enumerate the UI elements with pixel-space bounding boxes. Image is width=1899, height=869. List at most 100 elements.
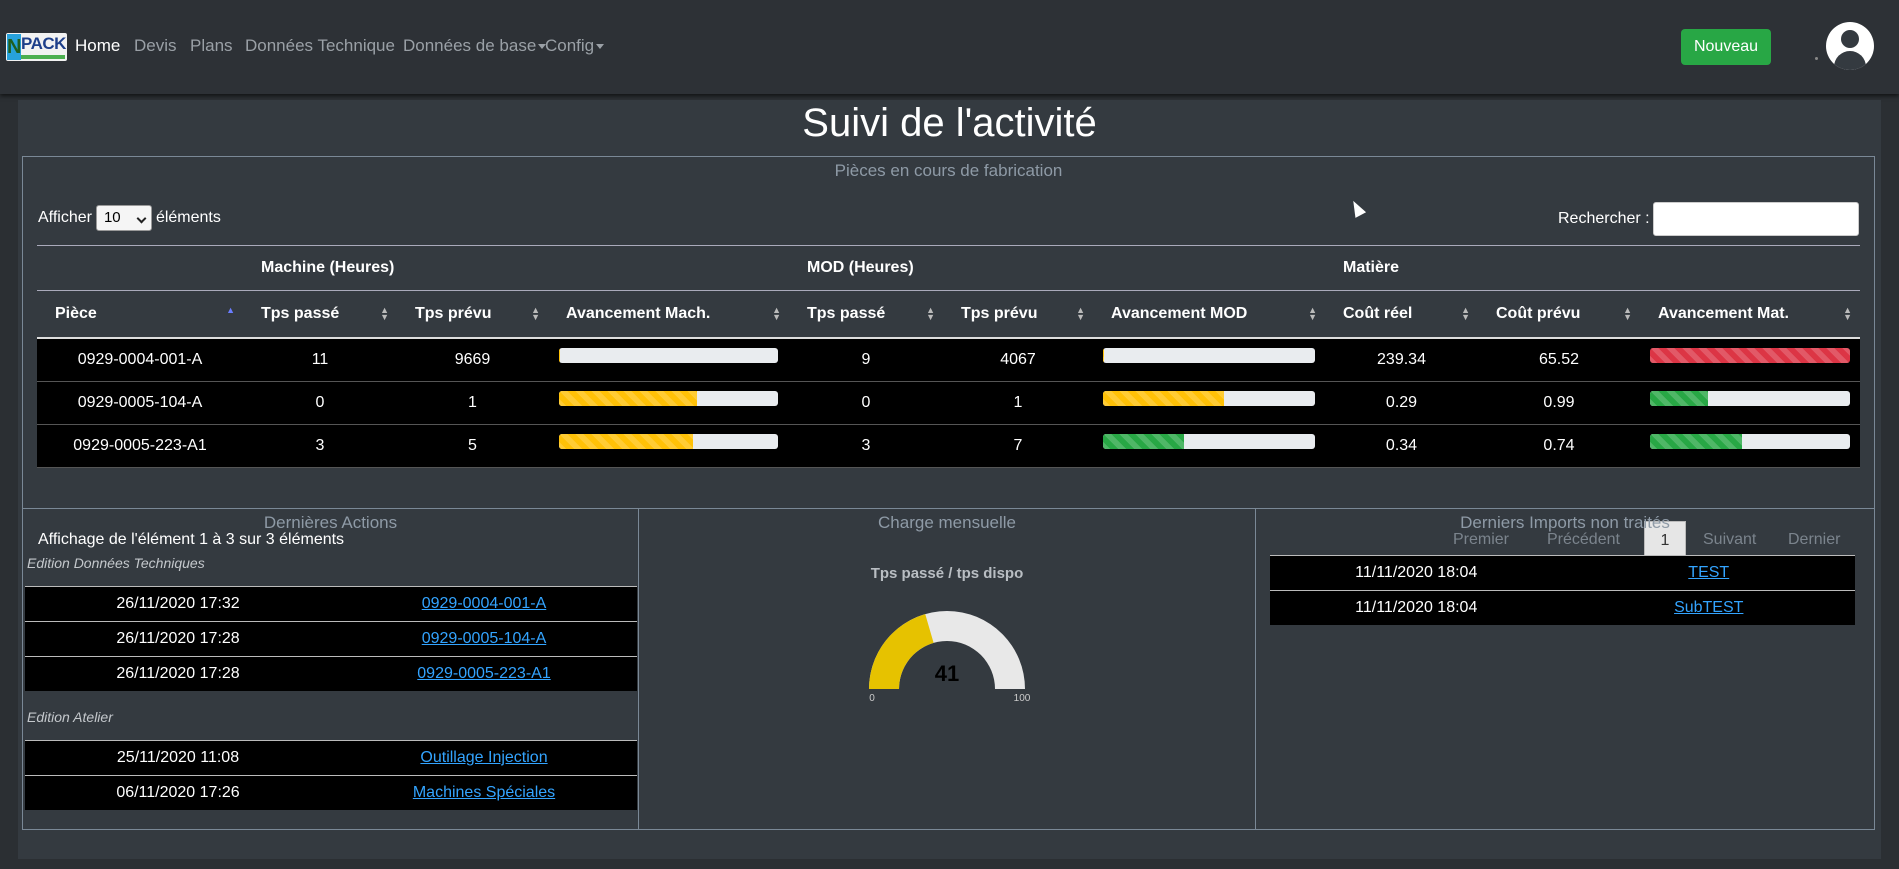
sort-icon: ▲ ▼ [380, 305, 389, 322]
actions-section-atelier: Edition Atelier [27, 709, 113, 725]
progress-fill [558, 433, 693, 449]
cell-mod-prevu: 4067 [943, 338, 1093, 382]
cell-mod-pct [1093, 424, 1325, 468]
progress-fill [1649, 390, 1708, 406]
avatar-head [1841, 30, 1859, 48]
gauge-fill [869, 614, 934, 689]
progress-bar [1649, 433, 1851, 449]
actions-title: Dernières Actions [263, 513, 398, 532]
search-input[interactable] [1653, 202, 1859, 236]
column-header[interactable]: Tps passé ▲ ▼ [243, 290, 397, 339]
nav-config[interactable]: Config [545, 36, 605, 56]
progress-bar [558, 390, 779, 406]
user-avatar-icon[interactable] [1826, 22, 1874, 70]
sort-icon: ▲ ▼ [1461, 305, 1470, 322]
column-header[interactable]: Avancement Mat. ▲ ▼ [1640, 290, 1860, 339]
nav-donnees-technique[interactable]: Données Technique [245, 36, 395, 56]
item-link[interactable]: Outillage Injection [420, 749, 547, 766]
page-length-control: Afficher 10 éléments [38, 205, 221, 231]
progress-bar [558, 433, 779, 449]
actions-table-techniques: 26/11/2020 17:32 0929-0004-001-A 26/11/202… [25, 586, 637, 691]
item-date: 26/11/2020 17:28 [25, 656, 331, 691]
main-panel: Suivi de l'activité Pièces en cours de f… [18, 100, 1881, 859]
cell-cout-prevu: 0.99 [1478, 381, 1640, 425]
sort-icon: ▲ ▼ [1843, 305, 1852, 322]
item-link-cell: 0929-0005-223-A1 [331, 656, 637, 691]
sort-asc-icon: ▲ [226, 305, 235, 315]
nav-donnees-de-base[interactable]: Données de base [403, 36, 547, 56]
cell-cout-reel: 0.29 [1325, 381, 1478, 425]
group-machine: Machine (Heures) [243, 245, 789, 291]
charge-title: Charge mensuelle [878, 513, 1016, 532]
column-header[interactable]: Tps prévu ▲ ▼ [397, 290, 548, 339]
actions-table-atelier: 25/11/2020 11:08 Outillage Injection 06/11… [25, 740, 637, 810]
column-header[interactable]: Avancement MOD ▲ ▼ [1093, 290, 1325, 339]
progress-fill [1103, 433, 1184, 449]
new-button[interactable]: Nouveau [1681, 29, 1771, 65]
actions-section-techniques: Edition Données Techniques [27, 555, 205, 571]
item-link-cell: SubTEST [1562, 590, 1855, 625]
table-row[interactable]: 0929-0004-001-A 11 9669 9 4067 239.34 65.52 [37, 338, 1860, 382]
cell-cout-reel: 239.34 [1325, 338, 1478, 382]
item-link-cell: 0929-0004-001-A [331, 586, 637, 622]
page-title: Suivi de l'activité [802, 101, 1097, 145]
list-item: 25/11/2020 11:08 Outillage Injection [25, 740, 637, 776]
column-header[interactable]: Tps prévu ▲ ▼ [943, 290, 1093, 339]
nav-home[interactable]: Home [75, 36, 120, 56]
item-link[interactable]: SubTEST [1674, 599, 1743, 616]
item-link[interactable]: 0929-0004-001-A [422, 595, 547, 612]
gauge-title: Tps passé / tps dispo [870, 565, 1024, 582]
page-length-prefix: Afficher [38, 209, 92, 226]
cell-piece: 0929-0005-104-A [37, 381, 243, 425]
column-header[interactable]: Avancement Mach. ▲ ▼ [548, 290, 789, 339]
chevron-down-icon [596, 44, 605, 50]
nav-devis[interactable]: Devis [134, 36, 177, 56]
logo-bar [21, 55, 65, 59]
progress-bar [1103, 390, 1315, 406]
cell-mach-pct [548, 338, 789, 382]
app-logo[interactable]: N PACK [6, 33, 67, 61]
list-item: 26/11/2020 17:32 0929-0004-001-A [25, 586, 637, 622]
progress-bar [1649, 390, 1851, 406]
top-navbar: N PACK Home Devis Plans Données Techniqu… [0, 0, 1899, 94]
column-header-label: Coût prévu [1496, 305, 1581, 322]
cell-mach-passe: 0 [243, 381, 397, 425]
item-link-cell: 0929-0005-104-A [331, 621, 637, 657]
column-header[interactable]: Pièce ▲ [37, 290, 243, 339]
column-header[interactable]: Tps passé ▲ ▼ [789, 290, 943, 339]
column-header-label: Pièce [55, 305, 97, 322]
group-mod: MOD (Heures) [789, 245, 1325, 291]
cell-mach-prevu: 1 [397, 381, 548, 425]
column-header-label: Tps prévu [415, 305, 492, 322]
charge-panel: Charge mensuelle Tps passé / tps dispo 4… [638, 508, 1256, 830]
cell-mod-pct [1093, 381, 1325, 425]
cell-cout-prevu: 65.52 [1478, 338, 1640, 382]
cell-mat-pct [1640, 424, 1860, 468]
actions-panel: Dernières Actions Edition Données Techni… [22, 508, 639, 830]
sort-icon: ▲ ▼ [926, 305, 935, 322]
item-link[interactable]: 0929-0005-104-A [422, 630, 547, 647]
group-empty [37, 245, 243, 291]
list-item: 11/11/2020 18:04 TEST [1270, 555, 1855, 591]
progress-fill [558, 390, 698, 406]
nav-config-label: Config [545, 36, 595, 55]
pieces-panel: Pièces en cours de fabrication Afficher … [22, 156, 1875, 561]
progress-bar [1649, 347, 1851, 363]
page-length-select[interactable]: 10 [95, 205, 152, 231]
nav-plans[interactable]: Plans [190, 36, 233, 56]
column-header[interactable]: Coût prévu ▲ ▼ [1478, 290, 1640, 339]
gauge-max: 100 [1014, 693, 1031, 704]
sort-icon: ▲ ▼ [1623, 305, 1632, 322]
table-row[interactable]: 0929-0005-223-A1 3 5 3 7 0.34 0.74 [37, 424, 1860, 468]
gauge-value: 41 [935, 661, 959, 686]
column-header[interactable]: Coût réel ▲ ▼ [1325, 290, 1478, 339]
item-link[interactable]: TEST [1688, 564, 1729, 581]
cell-mach-passe: 3 [243, 424, 397, 468]
column-header-label: Coût réel [1343, 305, 1413, 322]
column-header-label: Avancement Mat. [1658, 305, 1789, 322]
item-link[interactable]: Machines Spéciales [413, 784, 555, 801]
item-date: 26/11/2020 17:28 [25, 621, 331, 657]
item-link[interactable]: 0929-0005-223-A1 [417, 665, 550, 682]
list-item: 11/11/2020 18:04 SubTEST [1270, 590, 1855, 625]
table-row[interactable]: 0929-0005-104-A 0 1 0 1 0.29 0.99 [37, 381, 1860, 425]
